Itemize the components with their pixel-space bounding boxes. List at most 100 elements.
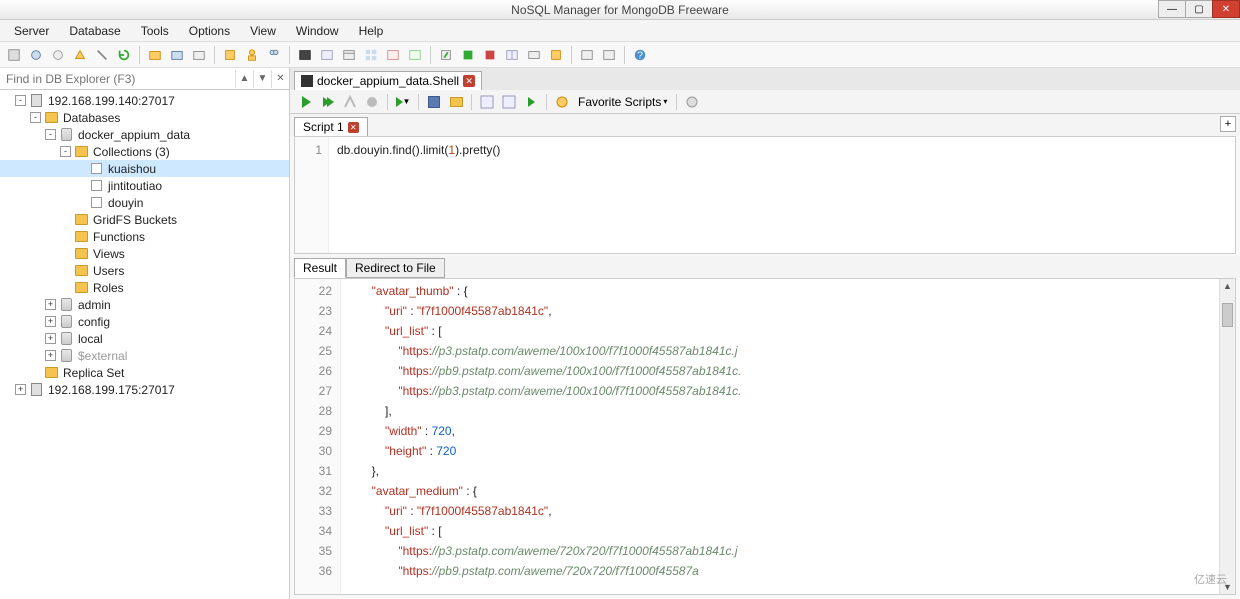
search-up-icon[interactable]: ▲ [235,70,253,88]
tree-node[interactable]: Functions [0,228,289,245]
tree-label: Users [91,264,126,278]
refresh-icon[interactable] [114,45,134,65]
toolbar-button[interactable] [295,45,315,65]
run-button[interactable] [296,92,316,112]
toolbar-button[interactable] [521,92,541,112]
add-script-tab-button[interactable]: + [1220,116,1236,132]
result-body[interactable]: "avatar_thumb" : { "uri" : "f7f1000f4558… [341,279,1219,594]
toolbar-button[interactable] [599,45,619,65]
toolbar-button[interactable] [70,45,90,65]
script-tab[interactable]: Script 1 ✕ [294,117,368,136]
result-tab[interactable]: Result [294,258,346,278]
save-button[interactable] [424,92,444,112]
menu-tools[interactable]: Tools [131,22,179,40]
tree-toggle-icon[interactable]: + [15,384,26,395]
toolbar-button[interactable] [48,45,68,65]
gear-icon[interactable] [682,92,702,112]
menu-window[interactable]: Window [286,22,349,40]
menu-help[interactable]: Help [349,22,394,40]
tree-toggle-icon[interactable]: + [45,299,56,310]
help-icon[interactable]: ? [630,45,650,65]
tree-node[interactable]: jintitoutiao [0,177,289,194]
toolbar-button[interactable] [264,45,284,65]
toolbar-button[interactable] [383,45,403,65]
toolbar-button[interactable] [92,45,112,65]
tree-node[interactable]: GridFS Buckets [0,211,289,228]
tree-node[interactable]: - docker_appium_data [0,126,289,143]
tree-toggle-icon[interactable]: - [60,146,71,157]
menu-server[interactable]: Server [4,22,59,40]
tree-node[interactable]: +config [0,313,289,330]
tree-node[interactable]: -Databases [0,109,289,126]
toolbar-button[interactable] [577,45,597,65]
document-tab[interactable]: docker_appium_data.Shell ✕ [294,71,482,90]
tree-toggle-icon[interactable]: - [15,95,26,106]
toolbar-button[interactable] [242,45,262,65]
toolbar-button[interactable] [317,45,337,65]
scroll-up-icon[interactable]: ▲ [1220,279,1235,293]
code-editor[interactable]: 1 db.douyin.find().limit(1).pretty() [294,136,1236,254]
tree-node[interactable]: douyin [0,194,289,211]
tree-toggle-icon[interactable]: - [45,129,56,140]
db-tree[interactable]: -192.168.199.140:27017-Databases-docker_… [0,90,289,599]
toolbar-button[interactable] [145,45,165,65]
code-gutter: 1 [295,137,329,253]
run-dropdown-button[interactable]: ▼ [393,92,413,112]
tree-node[interactable]: kuaishou [0,160,289,177]
toolbar-button[interactable] [477,92,497,112]
result-tab[interactable]: Redirect to File [346,258,445,278]
tree-toggle-icon[interactable]: - [30,112,41,123]
toolbar-button[interactable] [4,45,24,65]
tree-node[interactable]: - Collections (3) [0,143,289,160]
close-icon[interactable]: ✕ [463,75,475,87]
toolbar-button[interactable] [339,45,359,65]
toolbar-button[interactable] [167,45,187,65]
tree-node[interactable]: +192.168.199.175:27017 [0,381,289,398]
close-icon[interactable]: ✕ [348,122,359,133]
tree-label: docker_appium_data [76,128,192,142]
tree-node[interactable]: -192.168.199.140:27017 [0,92,289,109]
search-input[interactable] [0,70,235,88]
toolbar-button[interactable] [405,45,425,65]
toolbar-button[interactable] [340,92,360,112]
toolbar-button[interactable] [524,45,544,65]
tree-node[interactable]: Users [0,262,289,279]
menu-options[interactable]: Options [179,22,240,40]
tree-node[interactable]: +admin [0,296,289,313]
toolbar-button[interactable] [502,45,522,65]
tree-toggle-icon[interactable]: + [45,316,56,327]
toolbar-button[interactable] [26,45,46,65]
tree-label: Collections (3) [91,145,172,159]
toolbar-button[interactable] [480,45,500,65]
minimize-button[interactable]: — [1158,0,1186,18]
tree-node[interactable]: Roles [0,279,289,296]
run-step-button[interactable] [318,92,338,112]
toolbar-button[interactable] [499,92,519,112]
toolbar-button[interactable] [546,45,566,65]
search-clear-icon[interactable]: ✕ [271,70,289,88]
menu-database[interactable]: Database [59,22,130,40]
tree-node[interactable]: Replica Set [0,364,289,381]
toolbar-button[interactable] [552,92,572,112]
tree-node[interactable]: +local [0,330,289,347]
stop-button[interactable] [362,92,382,112]
tree-toggle-icon[interactable]: + [45,350,56,361]
open-button[interactable] [446,92,466,112]
toolbar-button[interactable] [458,45,478,65]
tree-node[interactable]: Views [0,245,289,262]
maximize-button[interactable]: ▢ [1185,0,1213,18]
toolbar-button[interactable] [189,45,209,65]
code-body[interactable]: db.douyin.find().limit(1).pretty() [329,137,1235,253]
favorite-scripts-dropdown[interactable]: Favorite Scripts▾ [574,95,671,109]
search-down-icon[interactable]: ▼ [253,70,271,88]
scroll-thumb[interactable] [1222,303,1233,327]
tree-node[interactable]: +$external [0,347,289,364]
scroll-down-icon[interactable]: ▼ [1220,580,1235,594]
close-button[interactable]: ✕ [1212,0,1240,18]
menu-view[interactable]: View [240,22,286,40]
toolbar-button[interactable] [361,45,381,65]
scrollbar[interactable]: ▲ ▼ [1219,279,1235,594]
toolbar-button[interactable] [220,45,240,65]
toolbar-button[interactable] [436,45,456,65]
tree-toggle-icon[interactable]: + [45,333,56,344]
